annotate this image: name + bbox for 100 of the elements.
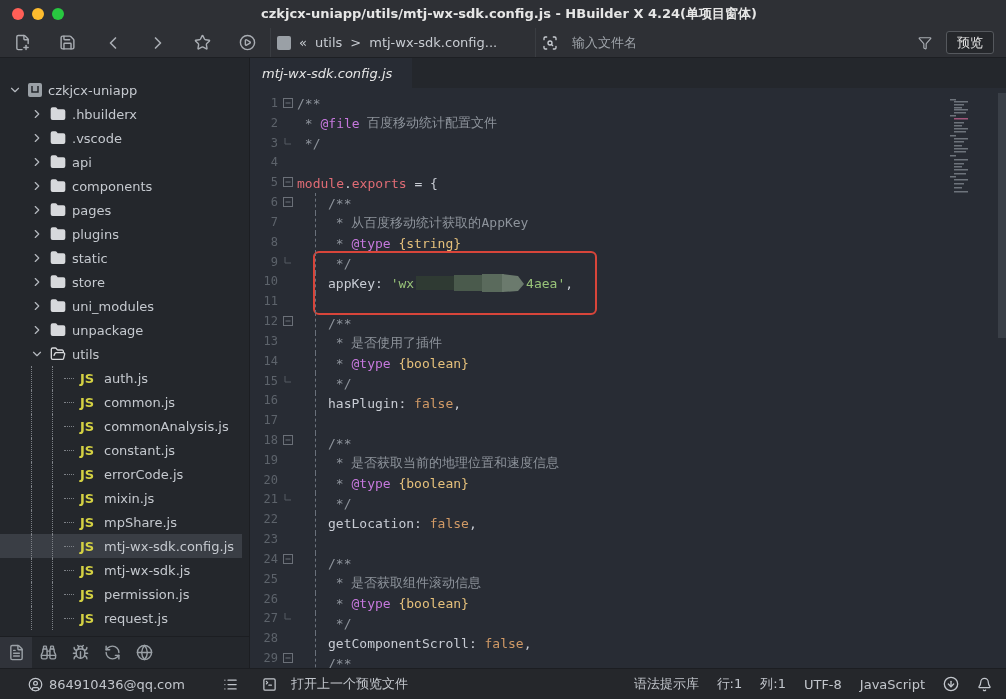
fold-toggle-icon[interactable] [282, 197, 293, 208]
search-field[interactable]: 输入文件名 [570, 34, 906, 51]
code-token: false [484, 635, 524, 651]
status-item[interactable]: 列:1 [760, 675, 786, 693]
tree-item[interactable]: JS constant.js [0, 438, 242, 462]
tree-item-label: mtj-wx-sdk.js [104, 562, 191, 578]
tree-item[interactable]: pages [0, 198, 242, 222]
bug-icon [71, 644, 89, 661]
globe-icon [135, 644, 153, 661]
tree-item[interactable]: .vscode [0, 126, 242, 150]
tree-item[interactable]: JS auth.js [0, 366, 242, 390]
fold-toggle-icon[interactable] [282, 177, 293, 188]
tree-item-label: pages [72, 202, 112, 218]
window-title: czkjcx-uniapp/utils/mtj-wx-sdk.config.js - HBuilder X 4.24(单项目窗体) [260, 5, 758, 23]
fold-end-icon [283, 137, 292, 148]
tree-item[interactable]: JS request.js [0, 606, 242, 630]
tree-item[interactable]: api [0, 150, 242, 174]
new-file-icon[interactable] [14, 34, 31, 51]
fold-toggle-icon[interactable] [282, 435, 293, 445]
folder-icon [50, 202, 66, 218]
tree-item-label: store [72, 274, 105, 290]
breadcrumb-item[interactable]: > [350, 35, 362, 50]
js-file-icon: JS [80, 538, 98, 554]
folder-icon [50, 154, 66, 170]
editor-tab[interactable]: mtj-wx-sdk.config.js [250, 58, 412, 88]
folder-icon [50, 130, 66, 146]
status-item[interactable]: 行:1 [716, 675, 743, 693]
tree-item[interactable]: .hbuilderx [0, 102, 242, 126]
tree-item-label: unpackage [72, 322, 144, 338]
code-token: . [343, 175, 352, 191]
tree-item[interactable]: JS permission.js [0, 582, 242, 606]
tree-item-label: components [72, 178, 153, 194]
folder-icon [50, 274, 66, 290]
tree-item-label: common.js [104, 394, 176, 410]
code-token: {boolean} [397, 475, 469, 491]
zoom-button[interactable] [52, 8, 64, 20]
tree-item[interactable]: unpackage [0, 318, 242, 342]
tree-item[interactable]: czkjcx-uniapp [0, 78, 242, 102]
save-icon[interactable] [59, 34, 76, 51]
code-token: * 是否获取当前的地理位置和速度信息 [334, 454, 560, 472]
tree-item[interactable]: JS commonAnalysis.js [0, 414, 242, 438]
tree-item[interactable]: JS mixin.js [0, 486, 242, 510]
tree-item[interactable]: JS common.js [0, 390, 242, 414]
tree-item[interactable]: plugins [0, 222, 242, 246]
breadcrumb-item[interactable]: mtj-wx-sdk.config... [369, 35, 498, 50]
tree-item[interactable]: JS mtj-wx-sdk.js [0, 558, 242, 582]
tree-item[interactable]: JS errorCode.js [0, 462, 242, 486]
tree-item-label: constant.js [104, 442, 176, 458]
code-token: 'wx [390, 275, 415, 291]
js-file-icon: JS [80, 418, 98, 434]
code-token: * 是否使用了插件 [334, 334, 443, 352]
breadcrumb-item[interactable]: « [299, 35, 307, 50]
js-file-icon: JS [80, 610, 98, 626]
fold-toggle-icon[interactable] [282, 316, 293, 326]
status-item[interactable]: JavaScript [859, 676, 925, 692]
code-token: */ [334, 495, 352, 511]
tree-item[interactable]: utils [0, 342, 242, 366]
code-token: @type [351, 595, 391, 611]
code-token: * [303, 115, 314, 131]
fold-toggle-icon[interactable] [282, 653, 293, 664]
bell-icon[interactable] [977, 676, 992, 692]
code-token: * 是否获取组件滚动信息 [334, 574, 482, 592]
tree-item-label: uni_modules [72, 298, 155, 314]
code-token: * [334, 235, 345, 251]
folder-icon [50, 226, 66, 242]
status-item[interactable]: 语法提示库 [633, 675, 699, 693]
code-token: 4aea' [526, 275, 566, 291]
download-icon[interactable] [943, 676, 959, 692]
minimize-button[interactable] [32, 8, 44, 20]
sidebar-tool-tab[interactable] [0, 636, 32, 669]
fold-toggle-icon[interactable] [282, 553, 293, 564]
tree-item[interactable]: JS mtj-wx-sdk.config.js [0, 534, 242, 558]
terminal-icon[interactable] [262, 676, 277, 692]
folder-icon [50, 178, 66, 194]
code-token: /** [297, 95, 321, 111]
tree-item-label: mpShare.js [104, 514, 177, 530]
filter-icon[interactable] [918, 35, 932, 50]
code-token: hasPlugin [328, 395, 399, 411]
status-item[interactable]: UTF-8 [803, 676, 842, 692]
code-token: @type [351, 355, 391, 371]
fold-end-icon [283, 256, 292, 267]
search-icon [542, 34, 558, 51]
tree-item[interactable]: components [0, 174, 242, 198]
project-icon [277, 35, 291, 50]
breadcrumb-item[interactable]: utils [314, 35, 343, 50]
list-icon[interactable] [223, 676, 238, 692]
close-button[interactable] [12, 8, 24, 20]
tree-item[interactable]: store [0, 270, 242, 294]
account-email[interactable]: 864910436@qq.com [49, 676, 217, 692]
star-icon[interactable] [194, 34, 211, 51]
run-icon[interactable] [239, 34, 256, 51]
tree-item[interactable]: static [0, 246, 242, 270]
files-icon [7, 644, 25, 661]
status-message[interactable]: 打开上一个预览文件 [277, 675, 634, 693]
fold-toggle-icon[interactable] [282, 97, 293, 108]
code-token: false [429, 515, 469, 531]
code-token: exports [351, 175, 407, 191]
tree-item[interactable]: uni_modules [0, 294, 242, 318]
preview-button[interactable]: 预览 [946, 31, 994, 54]
code-token: appKey [328, 275, 375, 291]
